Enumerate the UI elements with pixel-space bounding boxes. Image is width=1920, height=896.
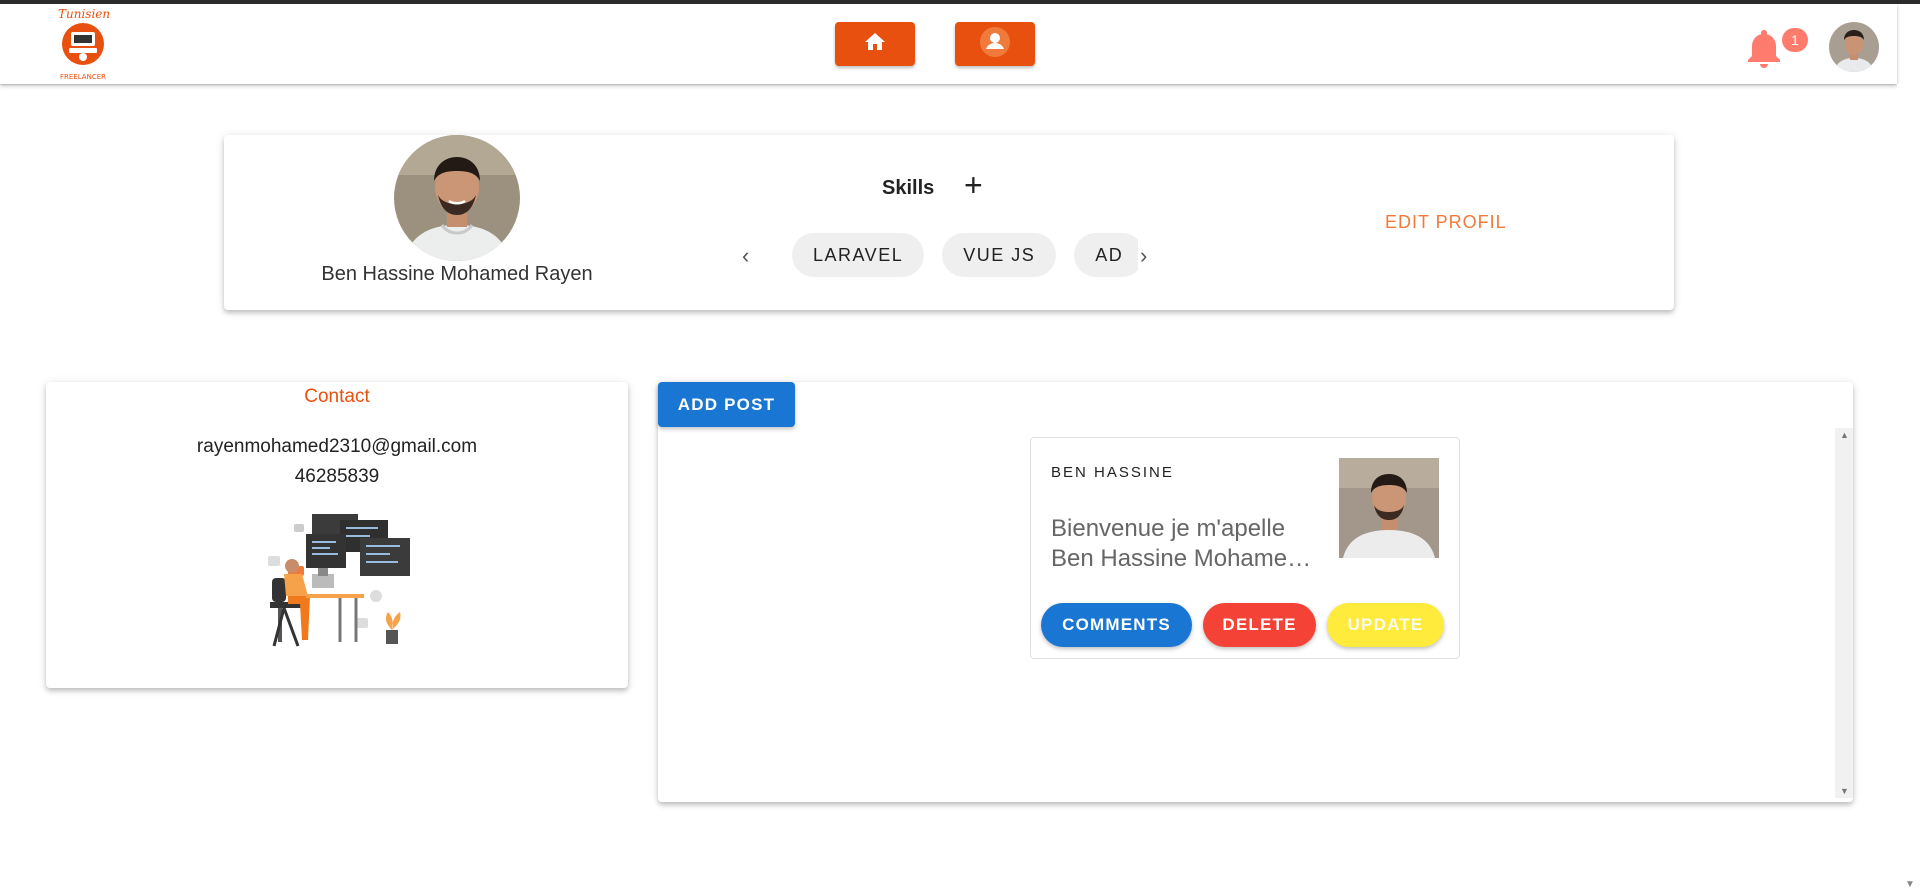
- chevron-left-icon[interactable]: ‹: [742, 243, 749, 269]
- add-skill-button[interactable]: +: [964, 169, 983, 201]
- contact-email: rayenmohamed2310@gmail.com: [196, 436, 478, 457]
- posts-panel: ADD POST BEN HASSINE Bienvenue je m'apel…: [658, 382, 1853, 802]
- home-nav-button[interactable]: [835, 22, 915, 66]
- page-scrollbar[interactable]: ▼: [1897, 84, 1920, 896]
- delete-button[interactable]: DELETE: [1203, 603, 1316, 647]
- post-text-line: Bienvenue je m'apelle: [1051, 515, 1286, 542]
- developer-illustration: [260, 510, 416, 654]
- contact-phone: 46285839: [294, 466, 380, 487]
- post-image: [1339, 458, 1439, 558]
- post-text: Bienvenue je m'apelle Ben Hassine Mohame…: [1051, 514, 1313, 574]
- scroll-down-icon[interactable]: ▼: [1840, 786, 1849, 796]
- profile-card: Ben Hassine Mohamed Rayen Skills + ‹ LAR…: [224, 135, 1674, 310]
- scroll-down-icon[interactable]: ▼: [1905, 879, 1915, 890]
- skills-title: Skills: [882, 177, 935, 199]
- home-icon: [863, 30, 887, 59]
- profile-nav-button[interactable]: [955, 22, 1035, 66]
- svg-text:FREELANCER: FREELANCER: [60, 73, 106, 81]
- skill-chip[interactable]: AD: [1074, 233, 1138, 277]
- chevron-right-icon[interactable]: ›: [1140, 243, 1147, 269]
- user-avatar[interactable]: [1829, 22, 1879, 72]
- skill-chip[interactable]: LARAVEL: [792, 233, 925, 277]
- bell-icon[interactable]: [1744, 26, 1784, 70]
- scroll-up-icon[interactable]: ▲: [1840, 430, 1849, 440]
- notification-badge: 1: [1782, 28, 1808, 52]
- brand-logo[interactable]: Tunisien FREELANCER: [50, 4, 116, 82]
- edit-profile-button[interactable]: EDIT PROFIL: [1385, 212, 1507, 233]
- post-text-line: Ben Hassine Mohamed Rayen: [1051, 545, 1313, 572]
- posts-scrollbar[interactable]: ▲ ▼: [1835, 428, 1853, 798]
- profile-name: Ben Hassine Mohamed Rayen: [321, 263, 593, 285]
- comments-button[interactable]: COMMENTS: [1041, 603, 1192, 647]
- svg-text:Tunisien: Tunisien: [58, 7, 110, 21]
- post-author: BEN HASSINE: [1051, 464, 1174, 481]
- contact-title: Contact: [304, 386, 370, 407]
- add-post-button[interactable]: ADD POST: [658, 382, 795, 427]
- post-card: BEN HASSINE Bienvenue je m'apelle Ben Ha…: [1030, 437, 1460, 659]
- skills-chip-group: LARAVEL VUE JS AD: [792, 233, 1138, 279]
- update-button[interactable]: UPDATE: [1327, 603, 1444, 647]
- contact-card: Contact rayenmohamed2310@gmail.com 46285…: [46, 382, 628, 688]
- skill-chip[interactable]: VUE JS: [942, 233, 1057, 277]
- profile-avatar: [394, 135, 520, 261]
- person-icon: [979, 26, 1011, 63]
- app-bar: Tunisien FREELANCER 1: [0, 4, 1897, 84]
